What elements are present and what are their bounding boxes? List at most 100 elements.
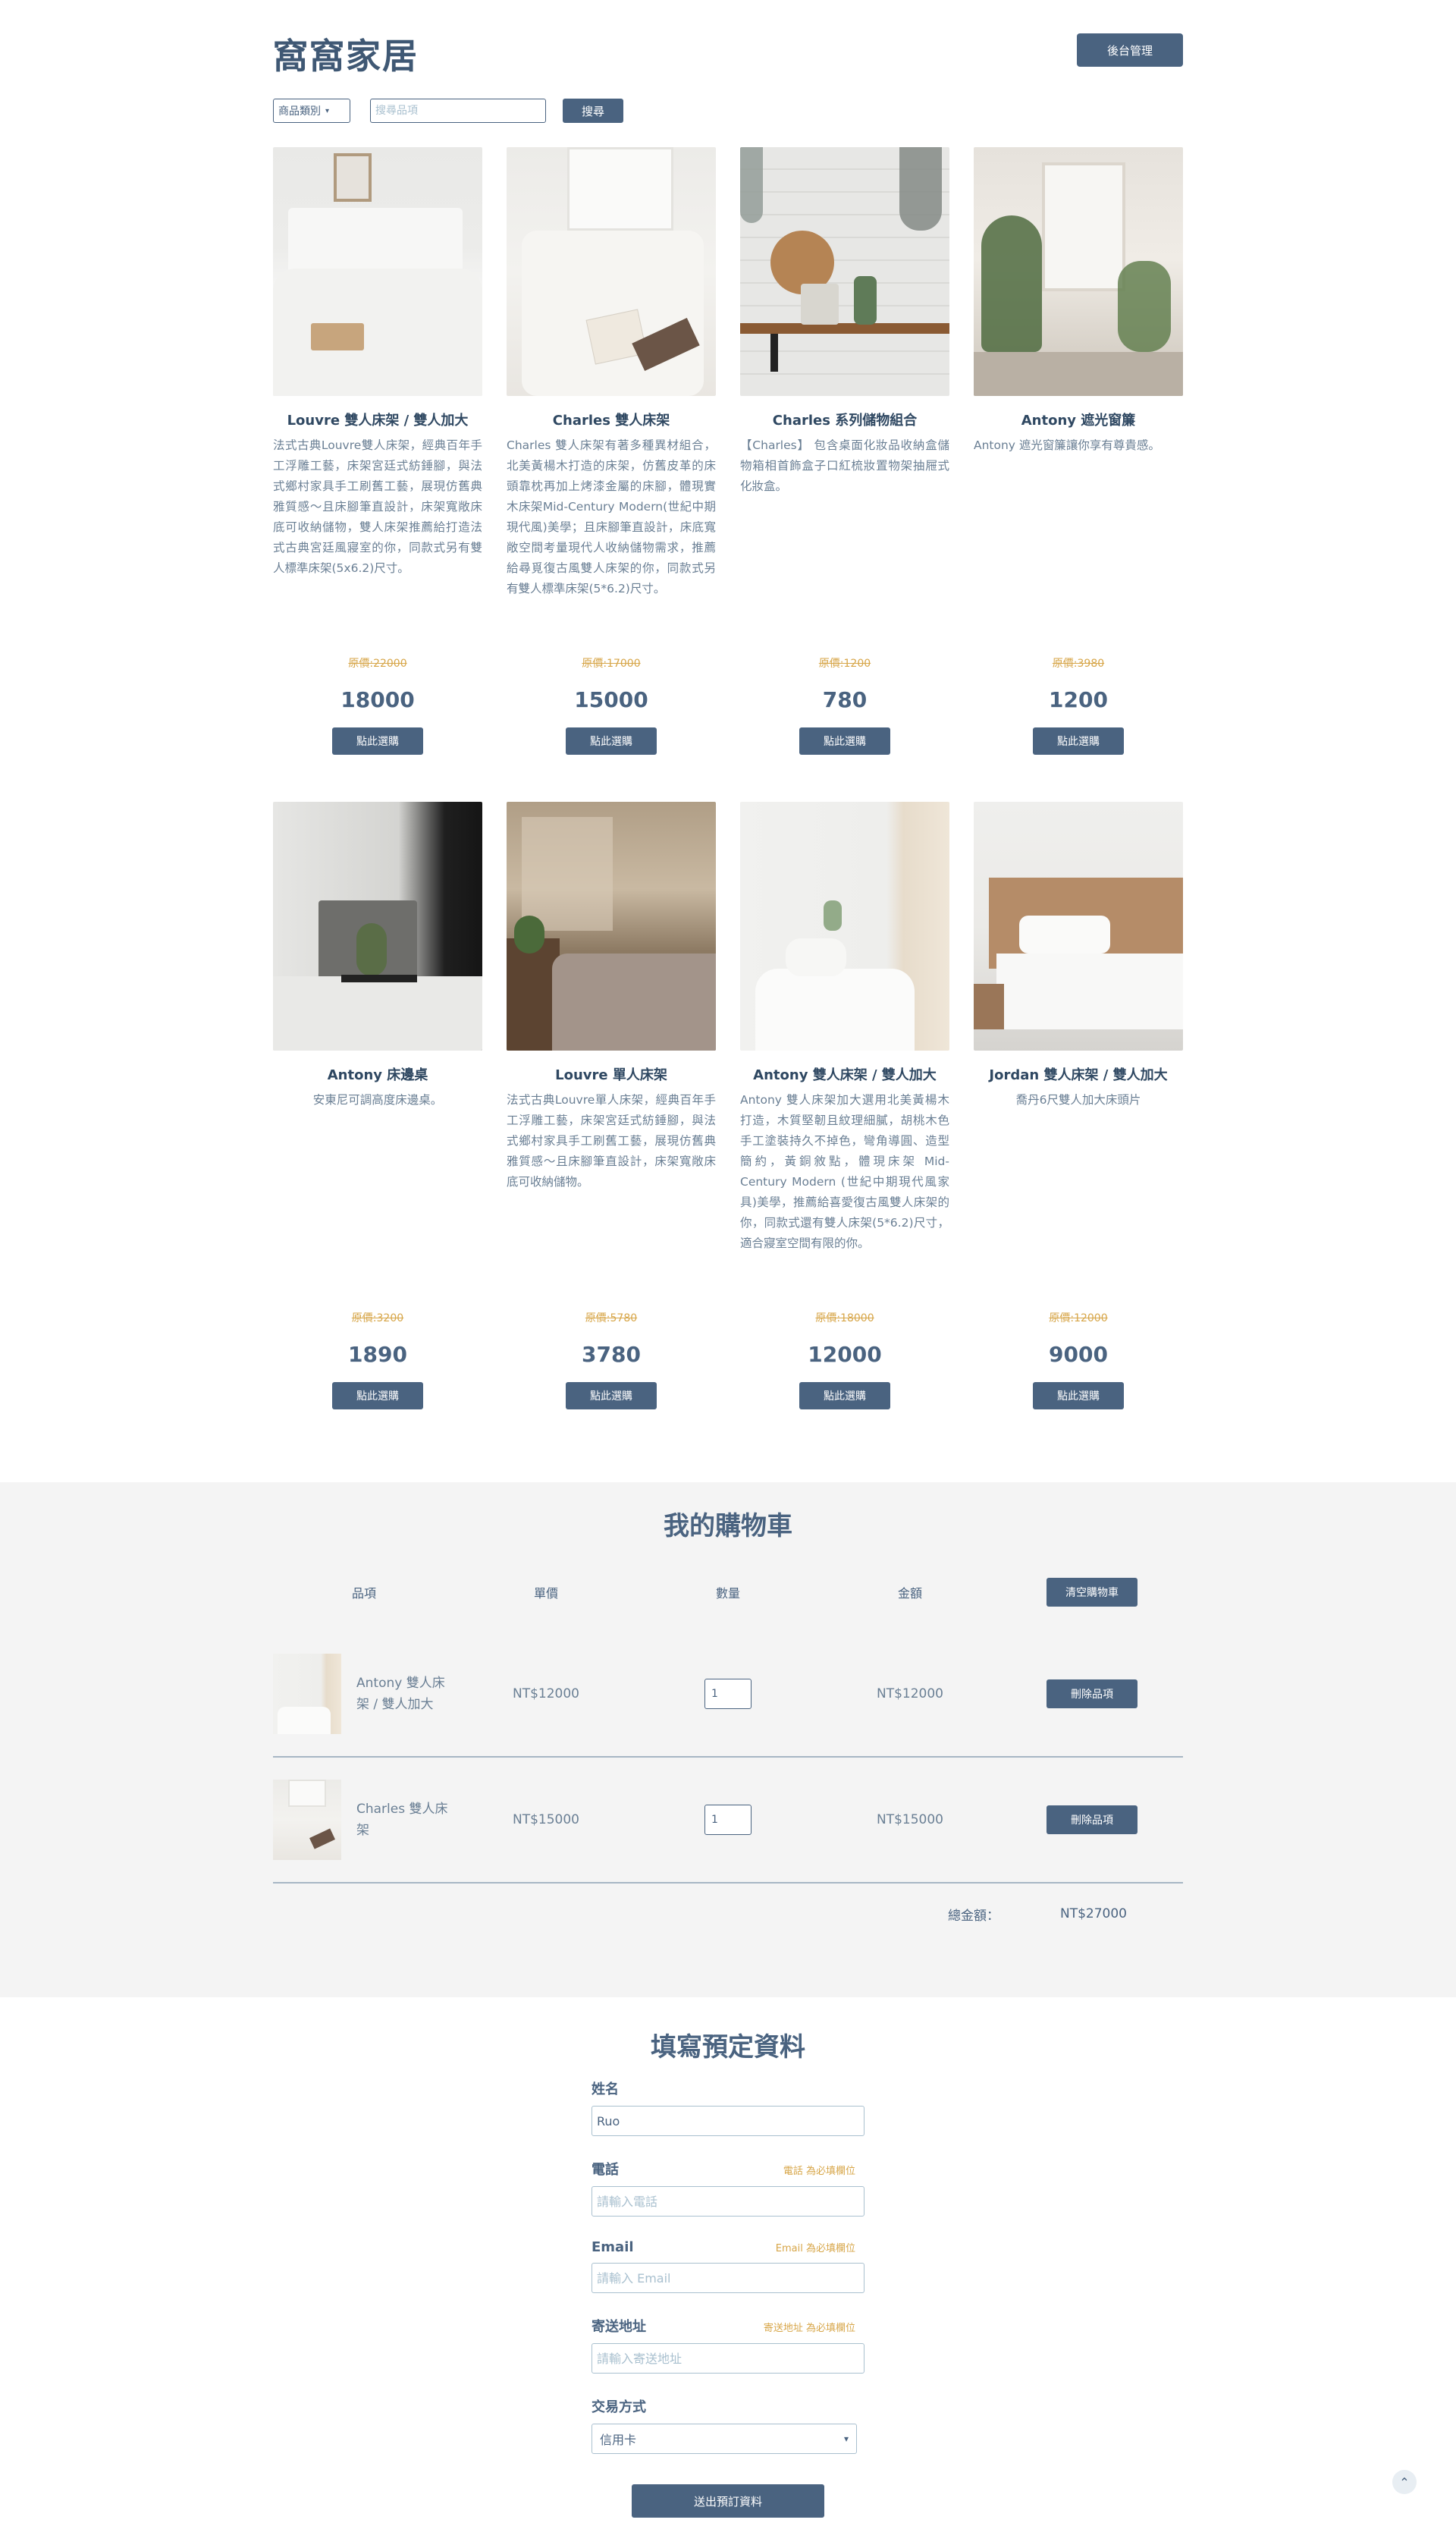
cart-item-name: Charles 雙人床架 bbox=[356, 1802, 448, 1838]
original-price: 原價:3200 bbox=[351, 1312, 404, 1324]
original-price: 原價:18000 bbox=[815, 1312, 874, 1324]
cart-title: 我的購物車 bbox=[664, 1511, 792, 1541]
cart-item-unit-price: NT$12000 bbox=[513, 1686, 579, 1701]
product-image[interactable] bbox=[273, 802, 482, 1051]
product-title: Jordan 雙人床架 / 雙人加大 bbox=[989, 1067, 1168, 1083]
email-required-warning: Email 為必填欄位 bbox=[775, 2243, 855, 2254]
filter-bar: 商品類別 ▾ 搜尋 bbox=[273, 99, 1183, 147]
product-image[interactable] bbox=[740, 147, 949, 396]
phone-label: 電話 bbox=[592, 2162, 619, 2178]
search-input[interactable] bbox=[370, 99, 546, 123]
product-image[interactable] bbox=[273, 147, 482, 396]
cart-row: Antony 雙人床架 / 雙人加大 NT$12000 NT$12000 刪除品… bbox=[273, 1632, 1183, 1758]
buy-button[interactable]: 點此選購 bbox=[332, 727, 423, 755]
email-label: Email bbox=[592, 2239, 634, 2255]
product-price: 3780 bbox=[582, 1342, 641, 1367]
quantity-input[interactable] bbox=[704, 1805, 752, 1835]
product-description: 安東尼可調高度床邊桌。 bbox=[312, 1093, 443, 1107]
header-unit-price: 單價 bbox=[533, 1586, 558, 1601]
cart-item-amount: NT$12000 bbox=[877, 1686, 943, 1701]
cart-item-name: Antony 雙人床架 / 雙人加大 bbox=[356, 1676, 445, 1712]
product-title: Charles 雙人床架 bbox=[552, 413, 670, 429]
buy-button[interactable]: 點此選購 bbox=[799, 727, 890, 755]
email-input[interactable] bbox=[592, 2263, 864, 2293]
buy-button[interactable]: 點此選購 bbox=[1033, 1382, 1124, 1409]
phone-label-row: 電話 電話 為必填欄位 bbox=[592, 2159, 864, 2179]
remove-item-button[interactable]: 刪除品項 bbox=[1046, 1805, 1138, 1834]
cart-item-unit-price: NT$15000 bbox=[513, 1812, 579, 1827]
category-select[interactable]: 商品類別 ▾ bbox=[273, 99, 350, 123]
header-item: 品項 bbox=[351, 1586, 376, 1601]
phone-required-warning: 電話 為必填欄位 bbox=[783, 2166, 855, 2177]
product-card: Louvre 單人床架 法式古典Louvre單人床架，經典百年手工浮雕工藝，床架… bbox=[507, 802, 716, 1409]
product-description: 法式古典Louvre單人床架，經典百年手工浮雕工藝，床架宮廷式紡錘腳，與法式鄉村… bbox=[507, 1093, 716, 1189]
cart-row: Charles 雙人床架 NT$15000 NT$15000 刪除品項 bbox=[273, 1758, 1183, 1884]
buy-button[interactable]: 點此選購 bbox=[332, 1382, 423, 1409]
total-value: NT$27000 bbox=[1060, 1906, 1127, 1921]
product-image[interactable] bbox=[974, 147, 1183, 396]
original-price: 原價:22000 bbox=[348, 658, 407, 670]
product-description: Antony 雙人床架加大選用北美黃楊木打造，木質堅韌且紋理細膩，胡桃木色手工塗… bbox=[740, 1093, 949, 1250]
payment-select-value: 信用卡 bbox=[600, 2433, 637, 2447]
search-button[interactable]: 搜尋 bbox=[563, 99, 623, 123]
remove-item-button[interactable]: 刪除品項 bbox=[1046, 1679, 1138, 1708]
product-title: Louvre 雙人床架 / 雙人加大 bbox=[287, 413, 469, 429]
product-title: Antony 雙人床架 / 雙人加大 bbox=[753, 1067, 937, 1083]
admin-button[interactable]: 後台管理 bbox=[1077, 33, 1183, 67]
buy-button[interactable]: 點此選購 bbox=[1033, 727, 1124, 755]
email-label-row: Email Email 為必填欄位 bbox=[592, 2239, 864, 2255]
chevron-up-icon: ⌃ bbox=[1399, 2474, 1410, 2490]
buy-button[interactable]: 點此選購 bbox=[799, 1382, 890, 1409]
order-form-section: 填寫預定資料 姓名 電話 電話 為必填欄位 Email Email 為必填欄位 … bbox=[0, 1997, 1456, 2548]
product-description: 【Charles】 包含桌面化妝品收納盒儲物箱相首飾盒子口紅梳妝置物架抽屜式化妝… bbox=[740, 438, 949, 493]
cart-item-thumbnail bbox=[273, 1780, 341, 1860]
cart-header-row: 品項 單價 數量 金額 清空購物車 bbox=[273, 1576, 1183, 1609]
product-price: 18000 bbox=[340, 687, 415, 712]
cart-item-amount: NT$15000 bbox=[877, 1812, 943, 1827]
address-required-warning: 寄送地址 為必填欄位 bbox=[763, 2323, 855, 2334]
original-price: 原價:17000 bbox=[582, 658, 641, 670]
submit-order-button[interactable]: 送出預訂資料 bbox=[632, 2484, 824, 2518]
address-input[interactable] bbox=[592, 2343, 864, 2374]
quantity-input[interactable] bbox=[704, 1679, 752, 1709]
address-field: 寄送地址 寄送地址 為必填欄位 bbox=[592, 2316, 864, 2374]
site-header: 窩窩家居 後台管理 bbox=[273, 0, 1183, 99]
product-card: Charles 雙人床架 Charles 雙人床架有著多種異材組合，北美黃楊木打… bbox=[507, 147, 716, 755]
cart-section: 我的購物車 品項 單價 數量 金額 清空購物車 Antony 雙人床架 / 雙人… bbox=[0, 1482, 1456, 1997]
cart-total-row: 總金額： NT$27000 bbox=[273, 1884, 1183, 1944]
cart-item-thumbnail bbox=[273, 1654, 341, 1734]
product-description: Charles 雙人床架有著多種異材組合，北美黃楊木打造的床架，仿舊皮革的床頭靠… bbox=[507, 438, 716, 595]
phone-input[interactable] bbox=[592, 2186, 864, 2217]
name-label: 姓名 bbox=[592, 2081, 619, 2097]
product-card: Antony 遮光窗簾 Antony 遮光窗簾讓你享有尊貴感。 原價:3980 … bbox=[974, 147, 1183, 755]
back-to-top-button[interactable]: ⌃ bbox=[1392, 2470, 1417, 2494]
product-price: 780 bbox=[822, 687, 868, 712]
email-field: Email Email 為必填欄位 bbox=[592, 2239, 864, 2293]
buy-button[interactable]: 點此選購 bbox=[566, 727, 657, 755]
product-image[interactable] bbox=[740, 802, 949, 1051]
payment-label: 交易方式 bbox=[592, 2399, 646, 2415]
header-amount: 金額 bbox=[897, 1586, 922, 1601]
product-card: Louvre 雙人床架 / 雙人加大 法式古典Louvre雙人床架，經典百年手工… bbox=[273, 147, 482, 755]
order-form: 姓名 電話 電話 為必填欄位 Email Email 為必填欄位 寄送地址 寄送… bbox=[592, 2078, 864, 2518]
product-image[interactable] bbox=[507, 147, 716, 396]
product-card: Charles 系列儲物組合 【Charles】 包含桌面化妝品收納盒儲物箱相首… bbox=[740, 147, 949, 755]
product-title: Charles 系列儲物組合 bbox=[772, 413, 918, 429]
clear-cart-button[interactable]: 清空購物車 bbox=[1046, 1578, 1138, 1607]
site-logo[interactable]: 窩窩家居 bbox=[273, 29, 419, 79]
product-title: Antony 床邊桌 bbox=[327, 1067, 428, 1083]
product-image[interactable] bbox=[974, 802, 1183, 1051]
phone-field: 電話 電話 為必填欄位 bbox=[592, 2159, 864, 2217]
chevron-down-icon: ▾ bbox=[843, 2433, 849, 2444]
product-price: 12000 bbox=[808, 1342, 882, 1367]
payment-select[interactable]: 信用卡 ▾ bbox=[592, 2424, 857, 2454]
name-input[interactable] bbox=[592, 2106, 864, 2136]
product-card: Antony 床邊桌 安東尼可調高度床邊桌。 原價:3200 1890 點此選購 bbox=[273, 802, 482, 1409]
order-form-title: 填寫預定資料 bbox=[651, 2032, 805, 2063]
product-image[interactable] bbox=[507, 802, 716, 1051]
product-description: 喬丹6尺雙人加大床頭片 bbox=[1015, 1093, 1141, 1107]
product-card: Jordan 雙人床架 / 雙人加大 喬丹6尺雙人加大床頭片 原價:12000 … bbox=[974, 802, 1183, 1409]
buy-button[interactable]: 點此選購 bbox=[566, 1382, 657, 1409]
header-quantity: 數量 bbox=[715, 1586, 740, 1601]
name-label-row: 姓名 bbox=[592, 2078, 864, 2098]
